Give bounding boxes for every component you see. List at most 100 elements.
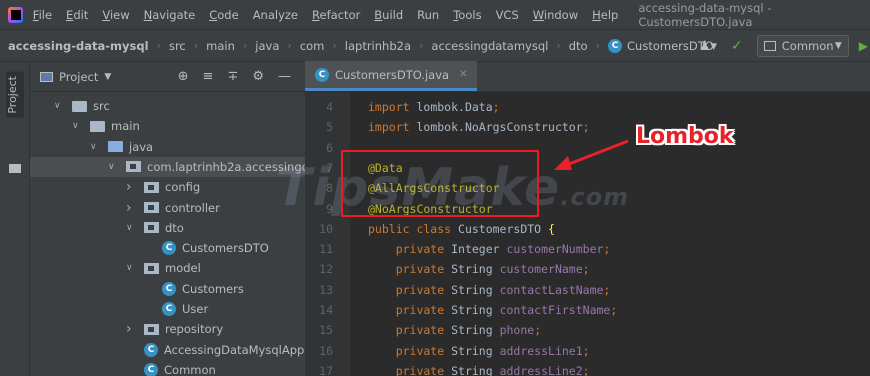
tree-item-dto[interactable]: ∨ dto [126, 218, 184, 238]
package-icon [144, 262, 159, 274]
breadcrumb-item[interactable]: src [169, 39, 186, 53]
code-token: private [368, 363, 452, 376]
chevron-down-icon[interactable]: ▼ [104, 72, 111, 82]
menu-item-run[interactable]: Run [417, 8, 439, 22]
menu-item-edit[interactable]: Edit [66, 8, 88, 22]
code-line[interactable]: 17 private String addressLine2; [305, 361, 870, 376]
chevron-right-icon[interactable]: › [126, 179, 136, 195]
menu-item-code[interactable]: Code [209, 8, 238, 22]
tree-item-main[interactable]: ∨ main [72, 116, 140, 136]
breadcrumb-item[interactable]: main [206, 39, 235, 53]
tree-item-label: CustomersDTO [182, 241, 269, 256]
code-token: ; [582, 120, 590, 135]
menu-item-refactor[interactable]: Refactor [312, 8, 360, 22]
tree-item-customersdto[interactable]: C CustomersDTO [144, 238, 269, 258]
code-line[interactable]: 13 private String contactLastName; [305, 280, 870, 300]
breadcrumb-separator: › [556, 39, 561, 52]
project-view-selector[interactable]: Project [59, 70, 98, 84]
menu-item-build[interactable]: Build [374, 8, 403, 22]
user-account-icon[interactable]: ♟▾ [699, 39, 717, 54]
tree-item-user[interactable]: C User [144, 299, 208, 319]
code-line[interactable]: 12 private String customerName; [305, 259, 870, 279]
structure-tool-icon[interactable] [9, 164, 21, 173]
chevron-right-icon[interactable]: › [126, 200, 136, 216]
gear-icon[interactable]: ⚙ [252, 69, 264, 84]
tree-item-label: dto [165, 220, 184, 235]
breadcrumb-separator: › [193, 39, 199, 52]
navigation-bar: accessing-data-mysql › src › main › java › com › l… [0, 30, 870, 62]
line-number: 17 [319, 363, 333, 376]
close-icon[interactable]: ✕ [459, 69, 467, 80]
tree-item-label: model [165, 261, 201, 276]
menu-item-window[interactable]: Window [533, 8, 578, 22]
tree-item-model[interactable]: ∨ model [126, 258, 201, 278]
chevron-right-icon[interactable]: › [126, 321, 136, 337]
line-number: 6 [326, 140, 333, 155]
breadcrumb-separator: › [332, 39, 337, 52]
code-token: String [451, 323, 500, 338]
menu-item-file[interactable]: File [33, 8, 52, 22]
menu-item-navigate[interactable]: Navigate [144, 8, 196, 22]
locate-target-icon[interactable]: ⊕ [178, 69, 189, 84]
breadcrumb-item[interactable]: com [300, 39, 325, 53]
code-line[interactable]: 11 private Integer customerNumber; [305, 239, 870, 259]
breadcrumb-separator: › [242, 39, 248, 52]
chevron-down-icon[interactable]: ∨ [72, 121, 82, 131]
chevron-down-icon[interactable]: ∨ [90, 142, 100, 152]
class-icon: C [608, 38, 623, 53]
code-token: CustomersDTO [458, 221, 549, 236]
menu-item-vcs[interactable]: VCS [496, 8, 519, 22]
menu-item-analyze[interactable]: Analyze [253, 8, 298, 22]
tree-item-accessingdatamysqlapp[interactable]: C AccessingDataMysqlApp [126, 340, 304, 360]
spring-class-icon: C [144, 342, 158, 357]
tree-item-controller[interactable]: › controller [126, 198, 220, 218]
folder-icon [90, 120, 105, 132]
breadcrumb-item[interactable]: dto [569, 39, 588, 53]
tree-item-label: controller [165, 200, 220, 215]
chevron-down-icon[interactable]: ∨ [126, 263, 136, 273]
package-icon [144, 222, 159, 234]
build-hammer-icon[interactable]: ✓ [731, 38, 743, 54]
code-token: ; [582, 363, 590, 376]
breadcrumb-item[interactable]: java [255, 39, 279, 53]
menu-item-view[interactable]: View [102, 8, 129, 22]
expand-all-icon[interactable]: ≡ [203, 69, 214, 84]
breadcrumb-item[interactable]: laptrinhb2a [345, 39, 411, 53]
run-configuration-select[interactable]: Common ▼ [756, 35, 849, 57]
chevron-down-icon[interactable]: ∨ [108, 162, 118, 172]
code-line[interactable]: 14 private String contactFirstName; [305, 300, 870, 320]
tree-item-label: User [182, 302, 209, 316]
run-config-icon [763, 41, 776, 51]
menu-item-help[interactable]: Help [592, 8, 618, 22]
code-line[interactable]: 15 private String phone; [305, 320, 870, 340]
code-line[interactable]: 16 private String addressLine1; [305, 341, 870, 361]
tree-item-java[interactable]: ∨ java [90, 137, 153, 157]
package-icon [126, 161, 141, 173]
code-token: addressLine1 [499, 343, 583, 358]
code-line[interactable]: 5 import lombok. NoArgsConstructor; [305, 117, 870, 137]
hide-panel-icon[interactable]: — [278, 69, 291, 84]
tree-item-config[interactable]: › config [126, 177, 200, 197]
run-icon[interactable]: ▶ [859, 39, 868, 53]
menu-item-tools[interactable]: Tools [453, 8, 481, 22]
code-line[interactable]: 4 import lombok. Data; [305, 97, 870, 117]
code-token: private [368, 303, 452, 317]
tree-item-repository[interactable]: › repository [126, 319, 223, 339]
breadcrumb-item[interactable]: accessingdatamysql [431, 39, 548, 53]
code-token: Integer [451, 242, 507, 257]
chevron-down-icon[interactable]: ∨ [126, 223, 136, 233]
tree-item-common[interactable]: C Common [126, 360, 216, 376]
menu-bar: File Edit View Navigate Code Analyze Refactor B… [0, 0, 870, 30]
tab-customersdto[interactable]: C CustomersDTO.java ✕ [305, 61, 478, 91]
code-line[interactable]: 10 public class CustomersDTO { [305, 219, 870, 239]
project-tool-window-button[interactable]: Project [6, 72, 24, 118]
chevron-down-icon[interactable]: ∨ [54, 101, 64, 111]
run-config-label: Common [781, 39, 834, 53]
tree-item-src[interactable]: ∨ src [54, 96, 110, 116]
tree-item-customers[interactable]: C Customers [144, 279, 244, 299]
breadcrumb-item[interactable]: accessing-data-mysql [8, 39, 149, 53]
code-token: String [451, 363, 500, 376]
code-token: phone [499, 323, 535, 338]
breadcrumb-separator: › [156, 39, 161, 52]
collapse-all-icon[interactable]: ∓ [227, 69, 238, 84]
